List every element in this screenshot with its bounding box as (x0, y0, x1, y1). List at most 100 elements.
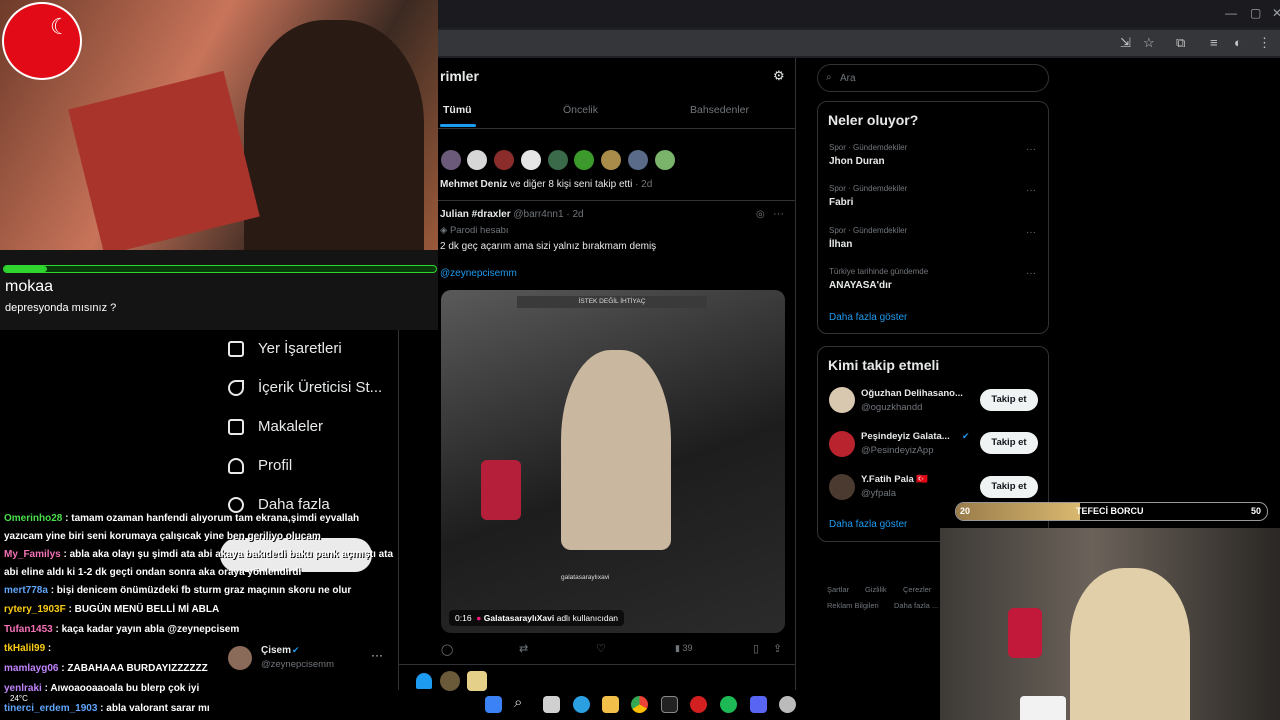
close-icon[interactable]: ✕ (1272, 6, 1280, 20)
discord-icon[interactable] (750, 696, 767, 713)
avatar[interactable] (829, 431, 855, 457)
search-icon: ⌕ (826, 72, 832, 83)
follower-avatar[interactable] (548, 150, 568, 170)
tab-all[interactable]: Tümü (443, 104, 472, 116)
song-progress-fill (4, 266, 48, 272)
menu-dots-icon[interactable]: ⋮ (1258, 35, 1271, 51)
install-app-icon[interactable]: ⇲ (1120, 35, 1131, 51)
follower-avatar[interactable] (655, 150, 675, 170)
chrome-icon[interactable] (631, 696, 648, 713)
post-mention[interactable]: @zeynepcisemm (440, 268, 517, 279)
chat-username: tkHalil99 (4, 643, 48, 654)
suggested-user-handle[interactable]: @oguzkhandd (861, 402, 922, 413)
who-show-more[interactable]: Daha fazla göster (829, 519, 907, 530)
minimize-icon[interactable]: — (1225, 6, 1237, 20)
follower-avatar[interactable] (440, 671, 460, 691)
like-icon[interactable]: ♡ (596, 642, 606, 655)
chat-message: mert778a : bişi denicem önümüzdeki fb st… (4, 585, 351, 596)
trend-more-icon[interactable]: ··· (1026, 227, 1036, 238)
reading-list-icon[interactable]: ≡ (1210, 35, 1218, 50)
footer-more[interactable]: Daha fazla ... (894, 601, 938, 610)
follower-avatar[interactable] (601, 150, 621, 170)
follow-notice-time: · 2d (635, 179, 653, 190)
suggested-user-name[interactable]: Peşindeyiz Galata... (861, 431, 963, 442)
follow-notice-user[interactable]: Mehmet Deniz (440, 179, 507, 190)
post-author[interactable]: Julian #draxler (440, 209, 511, 220)
footer-privacy[interactable]: Gizlilik (865, 585, 887, 594)
views-value: 39 (682, 643, 693, 653)
follower-avatar[interactable] (628, 150, 648, 170)
follower-avatar[interactable] (494, 150, 514, 170)
post-bookmark-icon[interactable]: ▯ (753, 642, 759, 655)
chat-username: mamlayg06 (4, 663, 62, 674)
app-icon[interactable] (779, 696, 796, 713)
trend-more-icon[interactable]: ··· (1026, 185, 1036, 196)
bookmark-star-icon[interactable]: ☆ (1143, 35, 1155, 51)
trend-more-icon[interactable]: ··· (1026, 268, 1036, 279)
sidebar-item-articles[interactable]: Makaleler (228, 418, 323, 435)
settings-gear-icon[interactable]: ⚙ (773, 68, 785, 84)
chat-text: : BUGÜN MENÜ BELLİ Mİ ABLA (68, 604, 220, 615)
song-progress-bar (3, 265, 437, 273)
taskbar-search-icon[interactable]: ⌕ (514, 694, 522, 711)
profile-icon[interactable]: ◐ (1234, 35, 1242, 50)
retweet-icon[interactable]: ⇄ (519, 642, 528, 655)
follower-avatar[interactable] (574, 150, 594, 170)
sidebar-item-creator-studio[interactable]: İçerik Üreticisi St... (228, 379, 382, 396)
suggested-user-handle[interactable]: @yfpala (861, 488, 896, 499)
file-explorer-icon[interactable] (602, 696, 619, 713)
grok-icon[interactable]: ◎ (756, 209, 765, 220)
suggested-user-name[interactable]: Oğuzhan Delihasano... (861, 388, 973, 399)
task-view-icon[interactable] (543, 696, 560, 713)
spotify-icon[interactable] (720, 696, 737, 713)
search-input[interactable]: ⌕ Ara (817, 64, 1049, 92)
follower-avatar[interactable] (521, 150, 541, 170)
suggested-user-name[interactable]: Y.Fatih Pala 🇹🇷 (861, 474, 973, 485)
sidebar-item-label: İçerik Üreticisi St... (258, 379, 383, 396)
video-source[interactable]: GalatasaraylıXavi (484, 613, 554, 623)
chat-message: rytery_1903F : BUGÜN MENÜ BELLİ Mİ ABLA (4, 604, 219, 615)
opera-icon[interactable] (690, 696, 707, 713)
trend-more-icon[interactable]: ··· (1026, 144, 1036, 155)
sidebar-item-profile[interactable]: Profil (228, 457, 292, 474)
footer-cookies[interactable]: Çerezler (903, 585, 931, 594)
video-person (561, 350, 671, 550)
tab-priority[interactable]: Öncelik (563, 104, 598, 116)
footer-ads-info[interactable]: Reklam Bilgileri (827, 601, 879, 610)
follow-button[interactable]: Takip et (980, 432, 1038, 454)
suggested-user-handle[interactable]: @PesindeyizApp (861, 445, 934, 456)
tab-mentions[interactable]: Bahsedenler (690, 104, 749, 116)
follower-avatar[interactable] (441, 150, 461, 170)
footer-terms[interactable]: Şartlar (827, 585, 849, 594)
post-handle[interactable]: @barr4nn1 (513, 209, 563, 220)
follow-button[interactable]: Takip et (980, 389, 1038, 411)
chat-text: abi eline aldı ki 1-2 dk geçti ondan son… (4, 567, 302, 578)
follow-notice[interactable]: Mehmet Deniz ve diğer 8 kişi seni takip … (440, 179, 652, 190)
trend-name[interactable]: ANAYASA'dır (829, 280, 892, 291)
trend-name[interactable]: Fabri (829, 197, 853, 208)
x-app-icon[interactable] (661, 696, 678, 713)
reply-icon[interactable]: ◯ (441, 643, 453, 656)
edge-icon[interactable] (573, 696, 590, 713)
post-video[interactable]: İSTEK DEĞİL İHTİYAÇ galatasaraylıxavi 0:… (441, 290, 785, 633)
sidebar-item-bookmarks[interactable]: Yer İşaretleri (228, 340, 342, 357)
person-icon (228, 457, 244, 474)
post-more-icon[interactable]: ··· (773, 208, 784, 220)
chat-message: Tufan1453 : kaça kadar yayın abla @zeyne… (4, 624, 239, 635)
follower-avatar[interactable] (467, 671, 487, 691)
extensions-icon[interactable]: ⧉ (1176, 35, 1185, 51)
restore-icon[interactable]: ▢ (1250, 6, 1261, 20)
chat-message: tkHalil99 : (4, 643, 51, 654)
video-person (244, 20, 424, 250)
views-count[interactable]: ▮ 39 (675, 643, 692, 654)
trend-name[interactable]: İlhan (829, 239, 852, 250)
avatar[interactable] (829, 474, 855, 500)
trends-show-more[interactable]: Daha fazla göster (829, 312, 907, 323)
chat-username: mert778a (4, 585, 51, 596)
follow-button[interactable]: Takip et (980, 476, 1038, 498)
follower-avatar[interactable] (467, 150, 487, 170)
trend-name[interactable]: Jhon Duran (829, 156, 885, 167)
avatar[interactable] (829, 387, 855, 413)
share-icon[interactable]: ⇪ (773, 642, 782, 655)
windows-start-icon[interactable] (485, 696, 502, 713)
